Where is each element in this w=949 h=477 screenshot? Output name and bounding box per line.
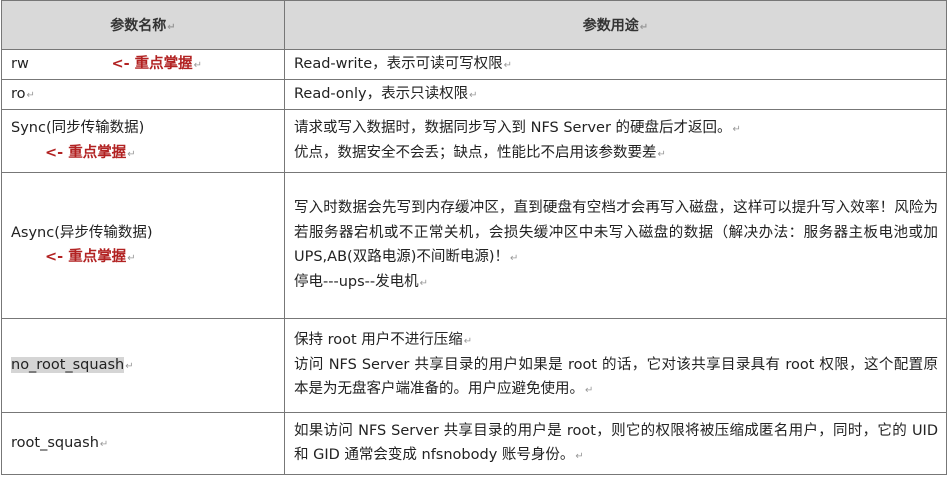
usage-text: 访问 NFS Server 共享目录的用户如果是 root 的话，它对该共享目录…: [294, 356, 938, 398]
usage-text: 优点，数据安全不会丢；缺点，性能比不启用该参数要差: [294, 144, 657, 161]
param-name-cell: Sync(同步传输数据) <- 重点掌握↵: [1, 108, 285, 173]
param-usage-cell: 请求或写入数据时，数据同步写入到 NFS Server 的硬盘后才返回。↵ 优点…: [284, 108, 947, 173]
param-name: no_root_squash: [11, 356, 125, 373]
key-point-note: <- 重点掌握: [45, 249, 127, 266]
usage-text: 如果访问 NFS Server 共享目录的用户是 root，则它的权限将被压缩成…: [294, 422, 938, 464]
param-name: ro: [11, 85, 26, 102]
usage-text: 保持 root 用户不进行压缩: [294, 332, 463, 349]
header-param-name: 参数名称↵: [1, 0, 285, 50]
param-name: root_squash: [11, 434, 99, 451]
table-row: root_squash↵ 如果访问 NFS Server 共享目录的用户是 ro…: [1, 411, 947, 475]
param-name: Async(异步传输数据): [11, 224, 153, 241]
param-name: rw: [11, 56, 29, 72]
param-usage-cell: Read-only，表示只读权限↵: [284, 78, 947, 110]
param-usage-cell: 写入时数据会先写到内存缓冲区，直到硬盘有空档才会再写入磁盘，这样可以提升写入效率…: [284, 171, 947, 319]
param-usage-cell: 如果访问 NFS Server 共享目录的用户是 root，则它的权限将被压缩成…: [284, 411, 947, 475]
param-usage-cell: Read-write，表示可读可写权限↵: [284, 49, 947, 80]
header-param-name-text: 参数名称: [110, 18, 167, 34]
key-point-note: <- 重点掌握: [111, 56, 193, 72]
param-name-cell: no_root_squash↵: [1, 317, 285, 413]
param-usage-cell: 保持 root 用户不进行压缩↵ 访问 NFS Server 共享目录的用户如果…: [284, 317, 947, 413]
table-row: no_root_squash↵ 保持 root 用户不进行压缩↵ 访问 NFS …: [1, 317, 947, 413]
usage-text: 请求或写入数据时，数据同步写入到 NFS Server 的硬盘后才返回。: [294, 120, 732, 136]
usage-text: 写入时数据会先写到内存缓冲区，直到硬盘有空档才会再写入磁盘，这样可以提升写入效率…: [294, 199, 938, 266]
parameter-table: 参数名称↵ 参数用途↵ rw <- 重点掌握↵ Read-write，表示可读可…: [1, 0, 947, 475]
table-row: Async(异步传输数据) <- 重点掌握↵ 写入时数据会先写到内存缓冲区，直到…: [1, 171, 947, 319]
param-name-cell: ro↵: [1, 78, 285, 110]
table-row: ro↵ Read-only，表示只读权限↵: [1, 78, 947, 110]
usage-text: Read-write，表示可读可写权限: [294, 56, 503, 72]
table-row: Sync(同步传输数据) <- 重点掌握↵ 请求或写入数据时，数据同步写入到 N…: [1, 108, 947, 173]
usage-text: 停电---ups--发电机: [294, 273, 419, 290]
usage-text: Read-only，表示只读权限: [294, 85, 469, 102]
param-name-cell: Async(异步传输数据) <- 重点掌握↵: [1, 171, 285, 319]
header-param-usage: 参数用途↵: [284, 0, 947, 50]
table-header-row: 参数名称↵ 参数用途↵: [1, 0, 947, 50]
header-param-usage-text: 参数用途: [582, 18, 639, 34]
table-row: rw <- 重点掌握↵ Read-write，表示可读可写权限↵: [1, 49, 947, 80]
param-name-cell: rw <- 重点掌握↵: [1, 49, 285, 80]
param-name: Sync(同步传输数据): [11, 120, 145, 136]
param-name-cell: root_squash↵: [1, 411, 285, 475]
key-point-note: <- 重点掌握: [45, 144, 127, 161]
